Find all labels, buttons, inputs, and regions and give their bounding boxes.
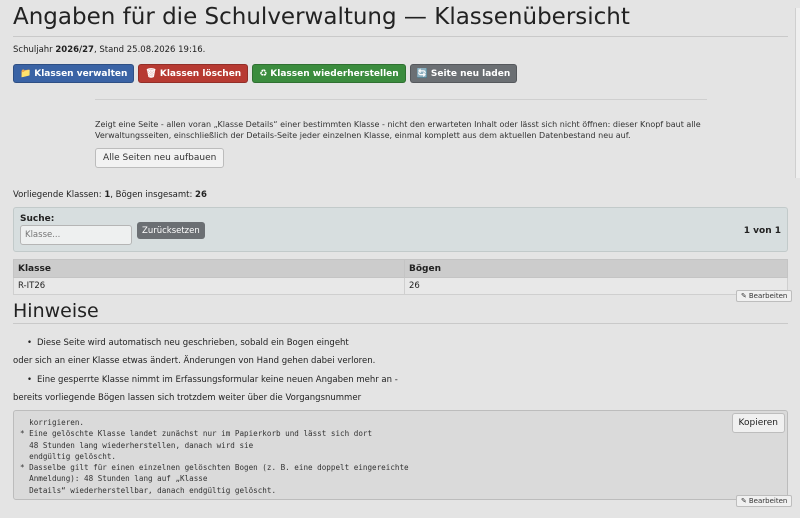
edit-hints-label: Bearbeiten: [748, 497, 788, 505]
edit-table-label: Bearbeiten: [748, 292, 788, 300]
search-panel: Suche: Zurücksetzen 1 von 1: [13, 207, 788, 252]
rebuild-description: Zeigt eine Seite - allen voran „Klasse D…: [95, 120, 701, 140]
reload-page-label: Seite neu laden: [430, 68, 511, 79]
code-text: korrigieren. * Eine gelöschte Klasse lan…: [20, 418, 409, 495]
side-panel-edge: [795, 8, 800, 178]
manage-classes-button[interactable]: 📁 Klassen verwalten: [13, 64, 135, 83]
column-header-class[interactable]: Klasse: [13, 259, 405, 278]
hint-item: Diese Seite wird automatisch neu geschri…: [27, 338, 349, 348]
table-header-row: Klasse Bögen: [13, 259, 788, 278]
section-divider: [95, 99, 707, 100]
code-block: korrigieren. * Eine gelöschte Klasse lan…: [13, 410, 788, 500]
restore-classes-label: Klassen wiederherstellen: [270, 68, 399, 79]
delete-classes-label: Klassen löschen: [159, 68, 242, 79]
copy-button[interactable]: Kopieren: [731, 413, 785, 433]
cell-class[interactable]: R-IT26: [13, 277, 405, 295]
restore-classes-button[interactable]: ♻ Klassen wiederherstellen: [252, 64, 406, 83]
hint-paragraph: bereits vorliegende Bögen lassen sich tr…: [13, 393, 362, 403]
reset-button[interactable]: Zurücksetzen: [137, 222, 205, 239]
search-input[interactable]: [20, 225, 132, 245]
manage-classes-label: Klassen verwalten: [34, 68, 128, 79]
rebuild-all-pages-button[interactable]: Alle Seiten neu aufbauen: [95, 148, 225, 168]
title-divider: [13, 36, 788, 37]
sheets-count: 26: [195, 190, 207, 200]
toolbar: 📁 Klassen verwalten 🗑 Klassen löschen ♻ …: [13, 64, 518, 83]
meta-timestamp: , Stand 25.08.2026 19:16.: [93, 45, 206, 55]
page-title: Angaben für die Schulverwaltung — Klasse…: [13, 4, 630, 30]
delete-classes-button[interactable]: 🗑 Klassen löschen: [138, 64, 249, 83]
edit-table-button[interactable]: ✎ Bearbeiten: [736, 290, 793, 302]
pencil-icon: ✎: [741, 497, 747, 505]
classes-table: Klasse Bögen R-IT26 26: [13, 259, 788, 295]
recycle-icon: ♻: [259, 68, 268, 79]
refresh-icon: 🔄: [416, 68, 428, 79]
folder-icon: 📁: [20, 68, 32, 79]
cell-sheets: 26: [404, 277, 788, 295]
pagination-status: 1 von 1: [743, 226, 781, 236]
hints-heading: Hinweise: [13, 300, 99, 322]
search-label: Suche:: [20, 214, 55, 224]
school-year: 2026/27: [55, 45, 94, 55]
counts-summary: Vorliegende Klassen: 1, Bögen insgesamt:…: [13, 190, 207, 200]
reload-page-button[interactable]: 🔄 Seite neu laden: [409, 64, 518, 83]
meta-prefix: Schuljahr: [13, 45, 56, 55]
hint-item: Eine gesperrte Klasse nimmt im Erfassung…: [27, 375, 398, 385]
hints-divider: [13, 323, 788, 324]
edit-hints-button[interactable]: ✎ Bearbeiten: [736, 495, 793, 507]
status-line: Schuljahr 2026/27, Stand 25.08.2026 19:1…: [13, 45, 205, 55]
table-row[interactable]: R-IT26 26: [13, 277, 788, 295]
pencil-icon: ✎: [741, 292, 747, 300]
sheets-count-label: , Bögen insgesamt:: [110, 190, 196, 200]
column-header-sheets[interactable]: Bögen: [404, 259, 788, 278]
trash-icon: 🗑: [145, 68, 157, 79]
hint-paragraph: oder sich an einer Klasse etwas ändert. …: [13, 356, 376, 366]
classes-count-label: Vorliegende Klassen:: [13, 190, 105, 200]
